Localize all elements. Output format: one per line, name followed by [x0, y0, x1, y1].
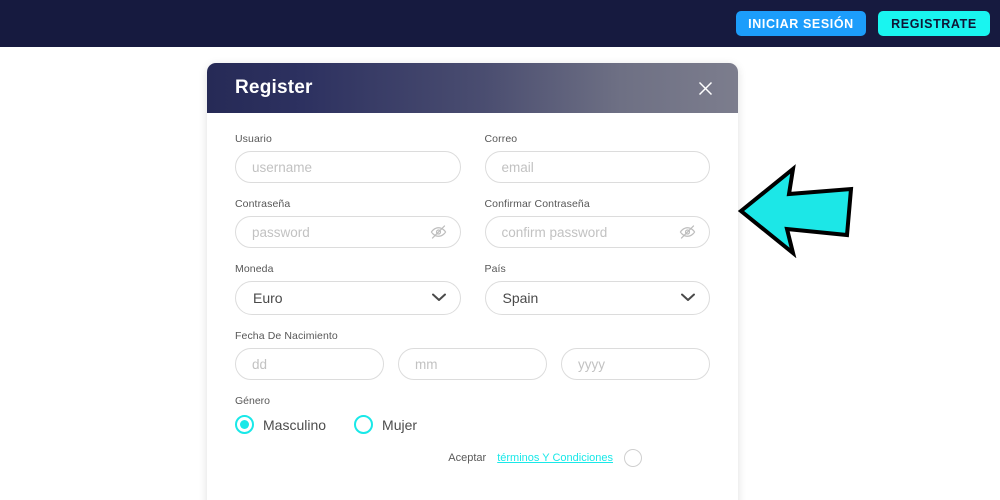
currency-selected-value: Euro — [253, 290, 283, 306]
close-icon — [698, 81, 713, 96]
modal-body: Usuario Correo Contraseña — [207, 113, 738, 467]
terms-prefix-label: Aceptar — [448, 452, 487, 464]
email-input-wrap — [484, 151, 710, 183]
birthdate-month-input[interactable] — [398, 348, 547, 380]
country-selected-value: Spain — [502, 290, 539, 306]
field-country: País Spain — [484, 263, 710, 315]
birthdate-day-wrap — [235, 348, 384, 380]
birthdate-month-wrap — [398, 348, 547, 380]
birthdate-inputs — [235, 348, 710, 380]
birthdate-year-wrap — [561, 348, 710, 380]
birthdate-year-input[interactable] — [561, 348, 710, 380]
row-user-email: Usuario Correo — [235, 133, 710, 198]
confirm-password-label: Confirmar Contraseña — [484, 198, 590, 210]
gender-option-masculino[interactable]: Masculino — [235, 415, 326, 434]
username-label: Usuario — [235, 133, 272, 145]
country-select-wrap: Spain — [484, 281, 710, 315]
confirm-password-input[interactable] — [484, 216, 710, 248]
username-input-wrap — [235, 151, 461, 183]
field-confirm-password: Confirmar Contraseña — [484, 198, 710, 248]
password-input[interactable] — [235, 216, 461, 248]
field-currency: Moneda Euro — [235, 263, 461, 315]
modal-title: Register — [235, 77, 313, 98]
eye-off-icon[interactable] — [430, 224, 447, 241]
gender-option-mujer[interactable]: Mujer — [354, 415, 417, 434]
currency-select[interactable]: Euro — [235, 281, 461, 315]
radio-selected-icon — [235, 415, 254, 434]
modal-header: Register — [207, 63, 738, 113]
terms-and-conditions-link[interactable]: términos Y Condiciones — [497, 452, 613, 464]
field-password: Contraseña — [235, 198, 461, 248]
signup-button[interactable]: REGISTRATE — [878, 11, 990, 36]
gender-option-masculino-label: Masculino — [263, 416, 327, 433]
email-label: Correo — [484, 133, 518, 145]
password-label: Contraseña — [235, 198, 291, 210]
birthdate-day-input[interactable] — [235, 348, 384, 380]
email-input[interactable] — [484, 151, 710, 183]
gender-option-mujer-label: Mujer — [382, 416, 418, 433]
gender-label: Género — [235, 395, 271, 407]
radio-unselected-icon — [354, 415, 374, 434]
currency-select-wrap: Euro — [235, 281, 461, 315]
gender-options: Masculino Mujer — [235, 415, 710, 434]
page-root: INICIAR SESIÓN REGISTRATE Register Usuar… — [0, 0, 1000, 500]
currency-label: Moneda — [235, 263, 274, 275]
country-label: País — [484, 263, 506, 275]
top-navbar: INICIAR SESIÓN REGISTRATE — [0, 0, 1000, 47]
row-passwords: Contraseña Confirmar Contraseñ — [235, 198, 710, 263]
confirm-password-input-wrap — [484, 216, 710, 248]
field-gender: Género Masculino Mujer — [235, 395, 710, 434]
eye-off-icon[interactable] — [679, 224, 696, 241]
annotation-arrow-left — [737, 163, 855, 259]
row-currency-country: Moneda Euro País Spain — [235, 263, 710, 330]
username-input[interactable] — [235, 151, 461, 183]
login-button[interactable]: INICIAR SESIÓN — [736, 11, 866, 36]
field-birthdate: Fecha De Nacimiento — [235, 330, 710, 380]
close-modal-button[interactable] — [692, 75, 718, 101]
radio-dot — [240, 420, 249, 429]
field-email: Correo — [484, 133, 710, 183]
terms-checkbox[interactable] — [624, 449, 642, 467]
terms-row: Aceptar términos Y Condiciones — [235, 449, 710, 467]
password-input-wrap — [235, 216, 461, 248]
country-select[interactable]: Spain — [484, 281, 710, 315]
birthdate-label: Fecha De Nacimiento — [235, 330, 338, 342]
field-username: Usuario — [235, 133, 461, 183]
register-modal: Register Usuario Correo — [207, 63, 738, 500]
